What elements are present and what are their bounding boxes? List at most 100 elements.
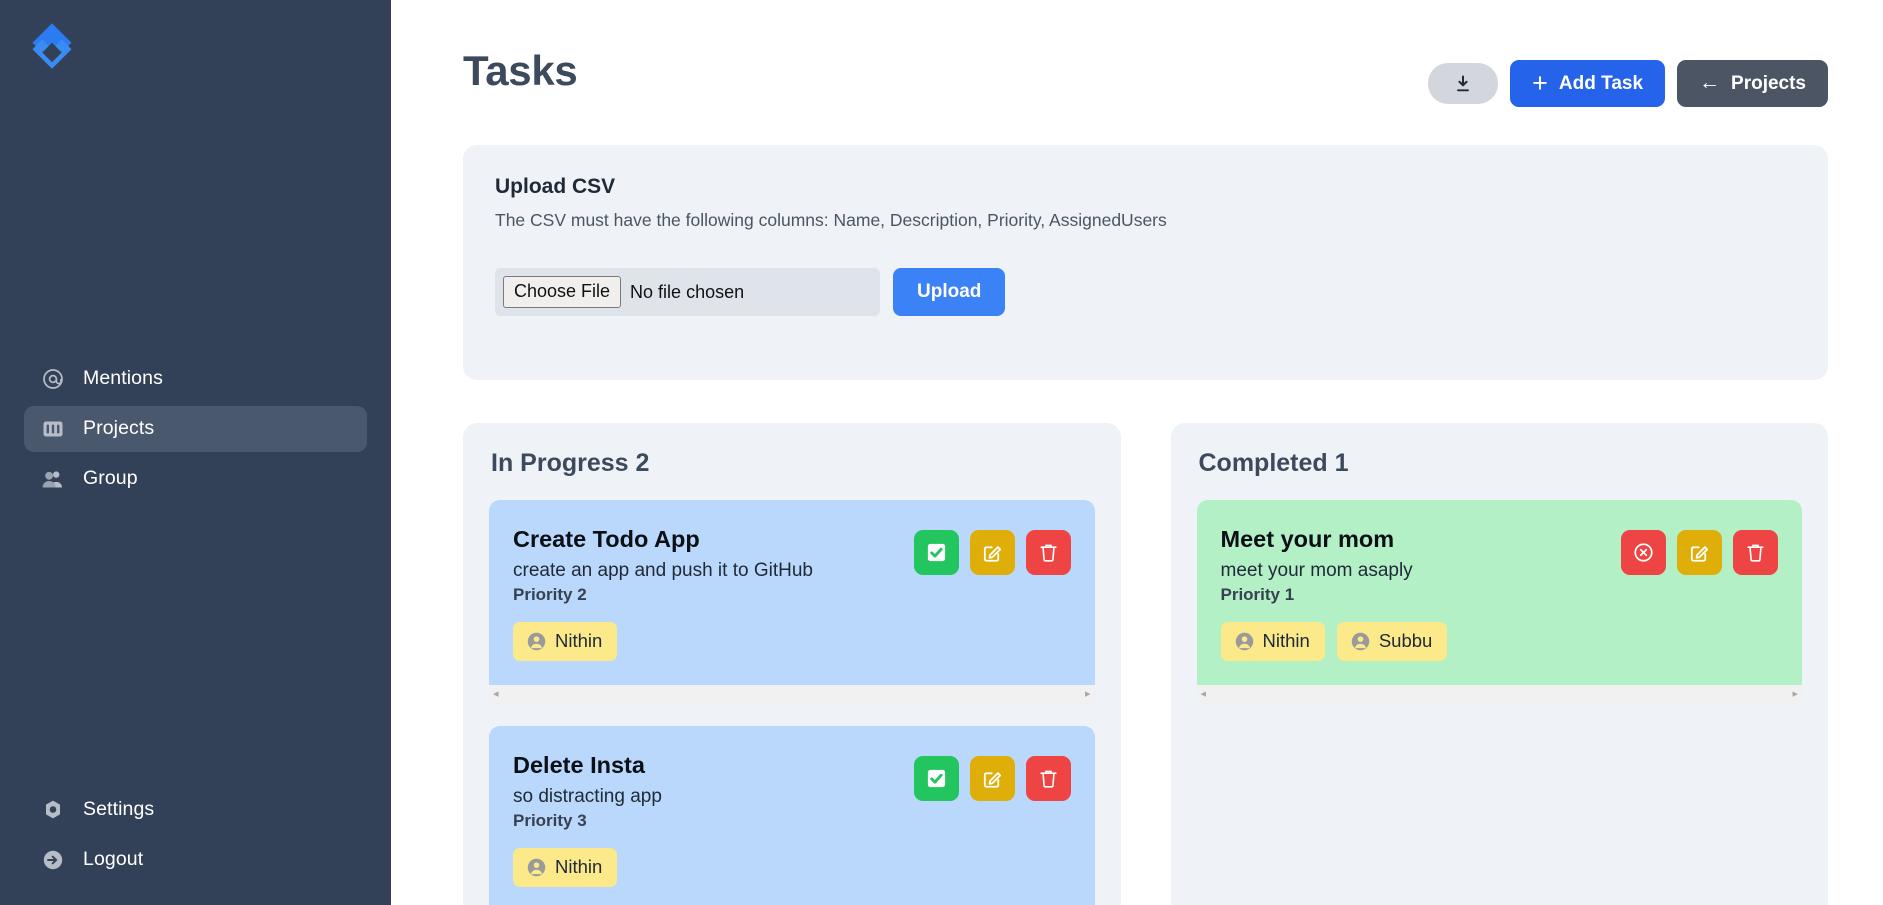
upload-csv-panel: Upload CSV The CSV must have the followi… <box>463 145 1828 380</box>
user-avatar-icon <box>1351 632 1370 650</box>
projects-button-label: Projects <box>1731 72 1806 94</box>
edit-pencil-icon <box>1690 546 1709 562</box>
sidebar-item-mentions[interactable]: Mentions <box>24 356 367 402</box>
complete-task-button[interactable] <box>913 756 959 802</box>
board-column-completed: Completed 1 Meet your mom meet your mom … <box>1170 423 1829 905</box>
task-assignees: Nithin <box>513 848 662 888</box>
scroll-right-arrow-icon[interactable]: ▸ <box>1792 689 1798 700</box>
task-description: so distracting app <box>513 786 662 808</box>
task-priority: Priority 1 <box>1220 585 1295 605</box>
task-assignees: Nithin <box>513 622 813 662</box>
complete-task-button[interactable] <box>913 530 959 575</box>
upload-csv-title: Upload CSV <box>495 175 616 198</box>
assignee-name: Nithin <box>555 856 603 878</box>
delete-task-button[interactable] <box>1733 530 1778 575</box>
task-card[interactable]: Create Todo App create an app and push i… <box>489 500 1095 705</box>
task-description: create an app and push it to GitHub <box>513 560 813 582</box>
undo-complete-button[interactable] <box>1621 530 1666 575</box>
main-content: Tasks + Add Task ← Projects Upload CSV T… <box>391 0 1883 905</box>
task-description: meet your mom asaply <box>1220 560 1413 582</box>
checkbox-check-icon <box>927 769 945 788</box>
page-header: Tasks + Add Task ← Projects <box>391 0 1883 107</box>
scroll-left-arrow-icon[interactable]: ◂ <box>1201 689 1207 700</box>
board-columns-icon <box>40 416 66 442</box>
sidebar-item-logout[interactable]: Logout <box>24 837 367 883</box>
assignee-name: Nithin <box>1262 630 1310 652</box>
header-actions: + Add Task ← Projects <box>1428 60 1828 107</box>
task-action-buttons <box>913 756 1071 802</box>
circle-x-icon <box>1634 543 1653 562</box>
jira-diamond-logo-icon <box>32 23 72 69</box>
column-title: Completed 1 <box>1198 449 1349 477</box>
delete-task-button[interactable] <box>1025 530 1071 575</box>
user-avatar-icon <box>1235 632 1253 650</box>
assignee-chip[interactable]: Nithin <box>513 622 618 662</box>
assignee-name: Nithin <box>555 630 603 652</box>
trash-icon <box>1747 544 1764 562</box>
projects-back-button[interactable]: ← Projects <box>1677 60 1828 107</box>
sidebar-nav-secondary: Settings Logout <box>0 787 391 887</box>
task-priority: Priority 3 <box>513 811 587 831</box>
assignee-chip[interactable]: Nithin <box>1220 622 1325 662</box>
brand-logo[interactable] <box>0 0 391 88</box>
task-assignees: Nithin Subbu <box>1220 622 1448 662</box>
checkbox-check-icon <box>927 543 945 562</box>
sidebar-item-settings[interactable]: Settings <box>24 787 367 833</box>
sidebar-item-label: Group <box>83 467 138 490</box>
sidebar-item-label: Logout <box>83 848 144 871</box>
user-avatar-icon <box>527 632 546 650</box>
trash-icon <box>1039 770 1057 788</box>
task-title: Create Todo App <box>513 526 700 552</box>
choose-file-button[interactable]: Choose File <box>503 276 622 308</box>
column-title: In Progress 2 <box>491 449 650 477</box>
board-column-in-progress: In Progress 2 Create Todo App create an … <box>463 423 1121 905</box>
app-root: Mentions Projects Group Settings Logout … <box>0 0 1883 905</box>
assignee-chip[interactable]: Subbu <box>1336 622 1448 662</box>
task-title: Meet your mom <box>1220 526 1395 552</box>
user-avatar-icon <box>527 858 546 876</box>
page-title: Tasks <box>463 47 578 94</box>
edit-task-button[interactable] <box>969 756 1015 802</box>
assignee-chip[interactable]: Nithin <box>513 848 618 888</box>
scroll-right-arrow-icon[interactable]: ▸ <box>1085 689 1091 700</box>
card-horizontal-scrollbar[interactable]: ◂ ▸ <box>1196 685 1802 705</box>
edit-pencil-icon <box>983 546 1001 562</box>
download-csv-button[interactable] <box>1428 63 1499 104</box>
task-action-buttons <box>1621 530 1778 575</box>
gear-icon <box>40 797 66 823</box>
edit-pencil-icon <box>983 772 1001 788</box>
upload-csv-description: The CSV must have the following columns:… <box>495 210 1167 230</box>
at-mention-icon <box>40 366 66 392</box>
file-input[interactable]: Choose File No file chosen <box>495 268 880 316</box>
sidebar-item-label: Settings <box>83 798 155 821</box>
task-card[interactable]: Delete Insta so distracting app Priority… <box>489 726 1095 905</box>
delete-task-button[interactable] <box>1025 756 1071 802</box>
upload-csv-form: Choose File No file chosen Upload <box>495 268 1796 316</box>
add-task-button[interactable]: + Add Task <box>1510 60 1666 107</box>
download-icon <box>1457 75 1470 91</box>
assignee-name: Subbu <box>1378 630 1433 652</box>
task-action-buttons <box>913 530 1071 575</box>
column-task-list: Create Todo App create an app and push i… <box>463 500 1121 905</box>
card-horizontal-scrollbar[interactable]: ◂ ▸ <box>489 685 1095 705</box>
upload-button[interactable]: Upload <box>893 268 1006 316</box>
edit-task-button[interactable] <box>1677 530 1722 575</box>
trash-icon <box>1039 544 1057 562</box>
task-priority: Priority 2 <box>513 585 587 605</box>
sidebar: Mentions Projects Group Settings Logout <box>0 0 391 905</box>
users-group-icon <box>40 466 66 492</box>
scroll-left-arrow-icon[interactable]: ◂ <box>493 689 499 700</box>
sidebar-item-group[interactable]: Group <box>24 456 367 502</box>
sidebar-item-label: Projects <box>83 417 155 440</box>
file-status-text: No file chosen <box>630 281 745 302</box>
logout-arrow-icon <box>40 847 66 873</box>
task-card[interactable]: Meet your mom meet your mom asaply Prior… <box>1196 500 1802 705</box>
column-task-list: Meet your mom meet your mom asaply Prior… <box>1171 500 1829 705</box>
add-task-label: Add Task <box>1558 72 1644 94</box>
sidebar-item-label: Mentions <box>83 367 163 390</box>
task-board: In Progress 2 Create Todo App create an … <box>463 423 1828 905</box>
edit-task-button[interactable] <box>969 530 1015 575</box>
sidebar-nav-primary: Mentions Projects Group <box>0 356 391 506</box>
sidebar-item-projects[interactable]: Projects <box>24 406 367 452</box>
task-title: Delete Insta <box>513 752 645 779</box>
